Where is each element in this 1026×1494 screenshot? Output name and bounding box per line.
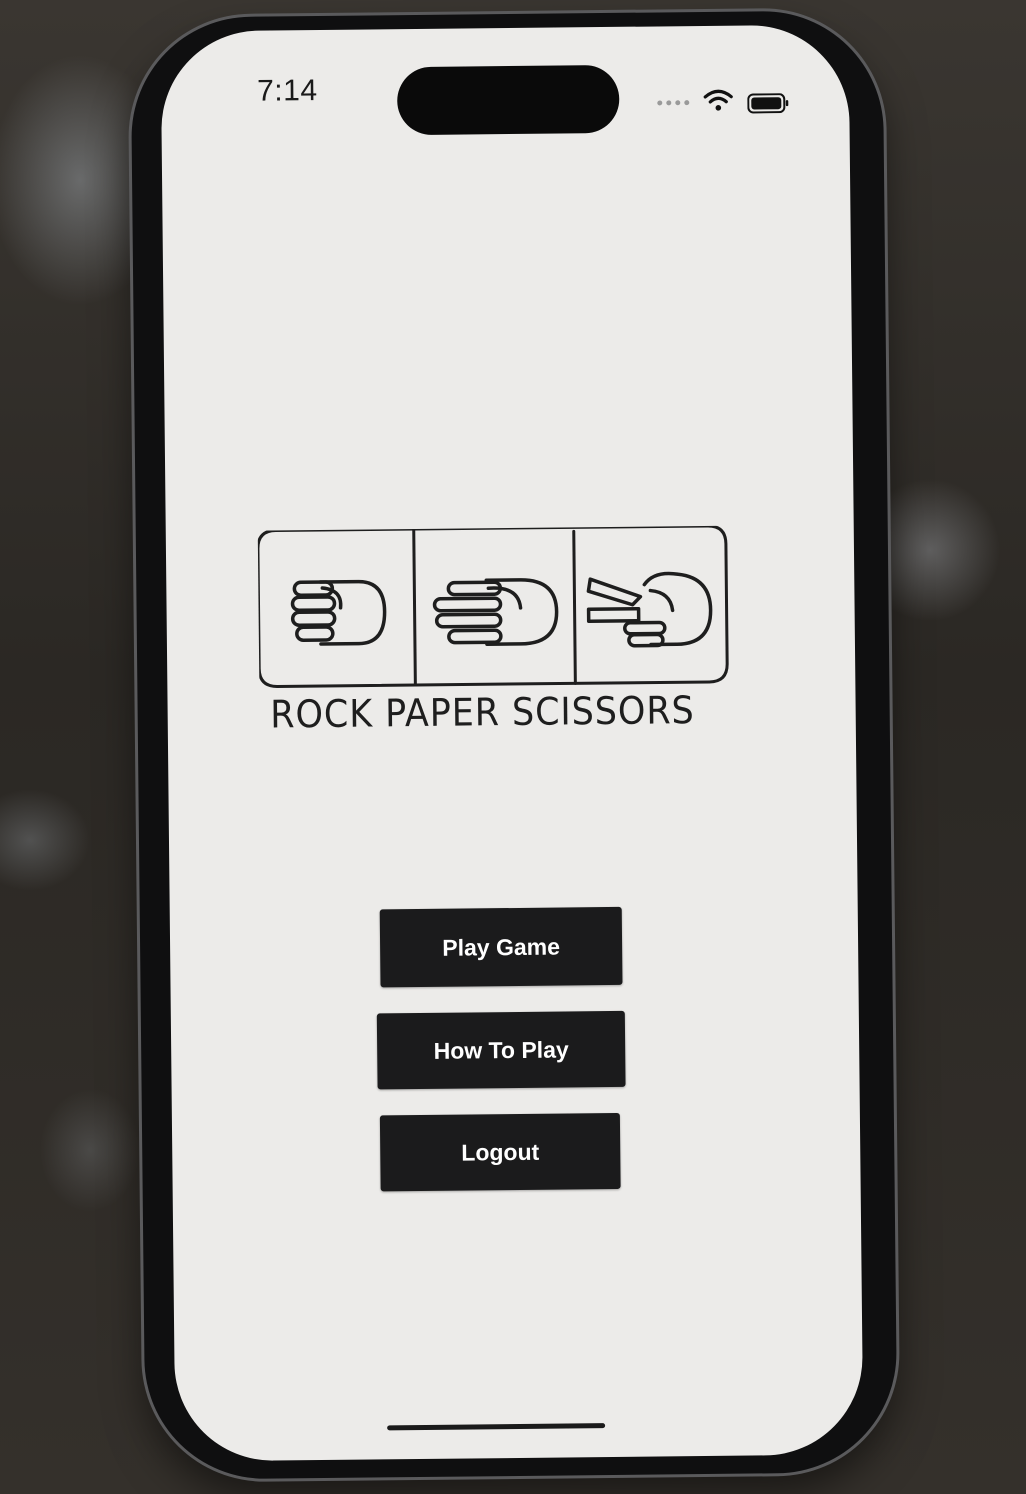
logo-title: ROCK PAPER SCISSORS — [270, 688, 695, 737]
logout-button[interactable]: Logout — [379, 1112, 621, 1192]
scissors-hand-icon — [586, 571, 713, 648]
phone-frame: 7:14 ROCK PAPER SCISSORS Play Game How T… — [130, 10, 898, 1480]
play-game-button[interactable]: Play Game — [379, 906, 623, 988]
battery-icon — [747, 93, 789, 114]
home-indicator[interactable] — [387, 1423, 606, 1431]
how-to-play-button[interactable]: How To Play — [376, 1010, 626, 1090]
paper-hand-icon — [432, 578, 559, 647]
dynamic-island — [396, 64, 620, 136]
app-screen: 7:14 ROCK PAPER SCISSORS Play Game How T… — [160, 24, 864, 1462]
wifi-icon — [703, 89, 733, 111]
cellular-dots-icon — [657, 100, 690, 106]
status-time: 7:14 — [256, 74, 318, 108]
status-bar: 7:14 — [161, 24, 850, 141]
rock-hand-icon — [290, 579, 387, 646]
